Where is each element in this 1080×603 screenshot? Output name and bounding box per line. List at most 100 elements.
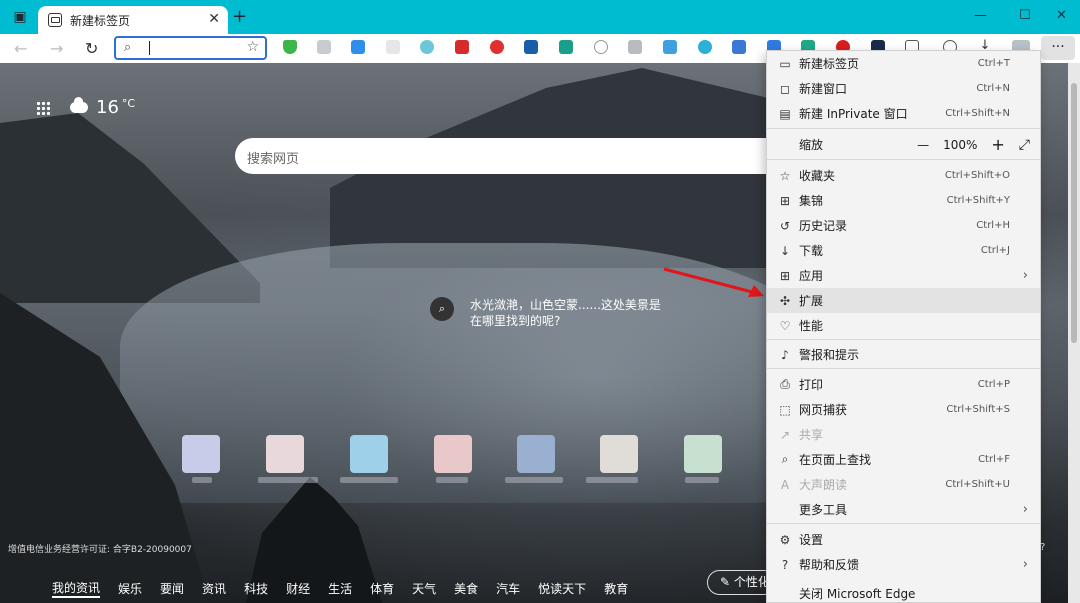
news-tab[interactable]: 汽车 — [496, 580, 520, 597]
quick-link-tile[interactable] — [434, 435, 472, 473]
weather-widget[interactable]: 16 °C — [36, 97, 135, 118]
cursor-extension-icon[interactable] — [386, 40, 400, 54]
forward-icon[interactable]: → — [50, 39, 63, 58]
quick-link-label — [258, 477, 318, 483]
menu-item-performance[interactable]: ♡ 性能 — [767, 313, 1040, 338]
menu-item-more-tools[interactable]: 更多工具 › — [767, 497, 1040, 522]
license-text: 增值电信业务经营许可证: 合字B2-20090007 — [8, 545, 192, 555]
image-info-tip[interactable]: ⌕ 水光潋滟，山色空蒙......这处美景是在哪里找到的呢? — [430, 297, 670, 329]
menu-separator — [767, 368, 1040, 369]
news-tab[interactable]: 天气 — [412, 580, 436, 597]
menu-item-web-capture[interactable]: ⬚ 网页捕获 Ctrl+Shift+S — [767, 397, 1040, 422]
page-scrollbar[interactable] — [1068, 63, 1080, 603]
refresh-icon[interactable]: ↻ — [85, 39, 98, 58]
e-extension-icon[interactable] — [698, 40, 712, 54]
menu-item-favorites[interactable]: ☆ 收藏夹 Ctrl+Shift+O — [767, 163, 1040, 188]
add-favorite-icon[interactable]: ☆ — [246, 39, 259, 55]
menu-item-extensions[interactable]: ✣ 扩展 — [767, 288, 1040, 313]
zoom-in-button[interactable]: + — [991, 135, 1004, 154]
news-tab[interactable]: 要闻 — [160, 580, 184, 597]
ai-extension-icon[interactable] — [420, 40, 434, 54]
circle-extension-icon[interactable] — [594, 40, 608, 54]
menu-item-print[interactable]: ⎙ 打印 Ctrl+P — [767, 372, 1040, 397]
settings-and-more-button[interactable]: ··· — [1041, 36, 1075, 60]
chevron-right-icon: › — [1022, 502, 1028, 517]
menu-item-alerts[interactable]: ♪ 警报和提示 — [767, 342, 1040, 367]
address-bar-input[interactable]: ⌕ ☆ — [114, 36, 267, 60]
web-capture-icon: ⬚ — [779, 402, 791, 417]
zoom-out-button[interactable]: — — [917, 138, 929, 152]
news-tabs: 我的资讯 娱乐 要闻 资讯 科技 财经 生活 体育 天气 美食 汽车 悦读天下 … — [0, 573, 770, 603]
menu-item-new-tab[interactable]: ▭ 新建标签页 Ctrl+T — [767, 51, 1040, 76]
menu-item-help-feedback[interactable]: ? 帮助和反馈 › — [767, 552, 1040, 577]
heart-pulse-icon: ♡ — [779, 318, 791, 333]
back-icon[interactable]: ← — [14, 39, 27, 58]
menu-item-close-edge[interactable]: 关闭 Microsoft Edge — [767, 581, 1040, 603]
adblock-extension-icon[interactable] — [490, 40, 504, 54]
image-info-text: 水光潋滟，山色空蒙......这处美景是在哪里找到的呢? — [470, 298, 661, 328]
news-tab[interactable]: 体育 — [370, 580, 394, 597]
v-extension-icon[interactable] — [524, 40, 538, 54]
menu-item-settings[interactable]: ⚙ 设置 — [767, 527, 1040, 552]
new-tab-icon: ▭ — [779, 56, 791, 71]
news-tab[interactable]: 美食 — [454, 580, 478, 597]
quick-link-tile[interactable] — [600, 435, 638, 473]
menu-item-new-inprivate[interactable]: ▤ 新建 InPrivate 窗口 Ctrl+Shift+N — [767, 101, 1040, 126]
fullscreen-icon[interactable]: ⤢ — [1019, 137, 1030, 153]
menu-item-find-on-page[interactable]: ⌕ 在页面上查找 Ctrl+F — [767, 447, 1040, 472]
menu-item-history[interactable]: ↺ 历史记录 Ctrl+H — [767, 213, 1040, 238]
quick-link-label — [192, 477, 212, 483]
tab-actions-icon[interactable]: ▣ — [11, 8, 29, 26]
image-search-icon[interactable]: ⌕ — [430, 297, 454, 321]
menu-item-new-window[interactable]: ◻ 新建窗口 Ctrl+N — [767, 76, 1040, 101]
web-search-box[interactable]: 搜索网页 — [235, 138, 795, 174]
search-placeholder: 搜索网页 — [247, 152, 300, 167]
zoom-value: 100% — [943, 137, 978, 152]
favorites-icon: ☆ — [779, 168, 791, 183]
quick-link-tile[interactable] — [182, 435, 220, 473]
news-tab[interactable]: 教育 — [604, 580, 628, 597]
news-tab[interactable]: 科技 — [244, 580, 268, 597]
weather-temp: 16 — [96, 97, 119, 118]
quick-link-tile[interactable] — [517, 435, 555, 473]
tab-new-tab[interactable]: 新建标签页 ✕ — [38, 6, 228, 34]
image-extension-icon[interactable] — [317, 40, 331, 54]
red-arrow-annotation — [663, 267, 764, 297]
quick-link-tile[interactable] — [350, 435, 388, 473]
quick-link-tile[interactable] — [684, 435, 722, 473]
bracket-extension-icon[interactable] — [732, 40, 746, 54]
plane-extension-icon[interactable] — [663, 40, 677, 54]
menu-separator — [767, 339, 1040, 340]
maximize-icon[interactable]: ☐ — [1019, 8, 1031, 23]
menu-item-downloads[interactable]: ↓ 下载 Ctrl+J — [767, 238, 1040, 263]
new-tab-plus-icon[interactable]: + — [232, 8, 247, 26]
bell-icon: ♪ — [781, 347, 789, 362]
menu-item-apps[interactable]: ⊞ 应用 › — [767, 263, 1040, 288]
quick-link-tile[interactable] — [266, 435, 304, 473]
grid-extension-icon[interactable] — [628, 40, 642, 54]
text-caret — [149, 41, 150, 55]
app-launcher-icon[interactable] — [36, 100, 50, 115]
minimize-icon[interactable]: — — [974, 8, 987, 23]
arrow-extension-icon[interactable] — [455, 40, 469, 54]
menu-item-read-aloud[interactable]: A 大声朗读 Ctrl+Shift+U — [767, 472, 1040, 497]
translate-extension-icon[interactable] — [351, 40, 365, 54]
news-tab[interactable]: 悦读天下 — [538, 580, 586, 597]
news-tab[interactable]: 我的资讯 — [52, 579, 101, 598]
news-tab[interactable]: 生活 — [328, 580, 352, 597]
read-aloud-icon: A — [780, 477, 790, 492]
menu-item-share[interactable]: ↗ 共享 — [767, 422, 1040, 447]
scrollbar-thumb[interactable] — [1071, 83, 1077, 343]
chevron-right-icon: › — [1022, 268, 1028, 283]
window-close-icon[interactable]: ✕ — [1056, 8, 1067, 23]
tab-close-icon[interactable]: ✕ — [208, 11, 220, 27]
news-tab[interactable]: 资讯 — [202, 580, 226, 597]
menu-item-collections[interactable]: ⊞ 集锦 Ctrl+Shift+Y — [767, 188, 1040, 213]
new-tab-favicon-icon — [48, 13, 62, 27]
shield-extension-icon[interactable] — [283, 40, 297, 54]
s-extension-icon[interactable] — [559, 40, 573, 54]
quick-link-label — [685, 477, 719, 483]
news-tab[interactable]: 娱乐 — [118, 580, 142, 597]
quick-link-label — [586, 477, 638, 483]
news-tab[interactable]: 财经 — [286, 580, 310, 597]
